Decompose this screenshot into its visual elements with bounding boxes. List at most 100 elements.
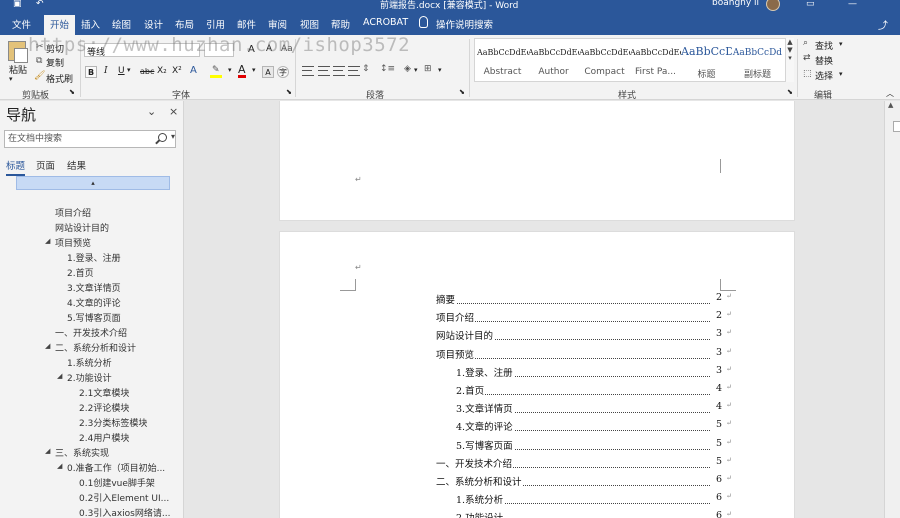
nav-heading-item[interactable]: 网站设计目的 <box>55 221 109 234</box>
scroll-up-icon[interactable]: ▲ <box>888 101 893 109</box>
nav-heading-item[interactable]: 1.登录、注册 <box>67 251 121 264</box>
column-width-icon[interactable]: ⇕ <box>362 64 370 74</box>
tab-draw[interactable]: 绘图 <box>112 17 131 31</box>
shading-icon[interactable]: ◈ <box>404 64 411 74</box>
toc-entry[interactable]: 一、开发技术介绍 5 ↵ <box>436 455 732 472</box>
vertical-scrollbar[interactable]: ▲ <box>884 101 900 518</box>
find-dropdown-icon[interactable]: ▾ <box>839 40 843 48</box>
enclose-char-icon[interactable]: 字 <box>277 66 289 78</box>
tell-me-search[interactable]: 操作说明搜索 <box>436 17 493 31</box>
toc-entry[interactable]: 二、系统分析和设计 6 ↵ <box>436 474 732 490</box>
select-button[interactable]: 选择 <box>815 69 833 82</box>
justify-icon[interactable] <box>348 66 360 76</box>
tab-design[interactable]: 设计 <box>144 17 163 31</box>
undo-icon[interactable]: ↶ <box>36 0 44 9</box>
toc-entry[interactable]: 4.文章的评论 5 ↵ <box>456 419 732 435</box>
nav-heading-item[interactable]: 0.2引入Element UI... <box>79 491 169 504</box>
toc-entry[interactable]: 1.登录、注册 3 ↵ <box>456 364 732 381</box>
format-painter-icon[interactable]: 🖌 <box>34 71 45 81</box>
nav-heading-item[interactable]: 项目预览 <box>55 236 91 249</box>
expand-toggle-icon[interactable]: ◢ <box>45 342 50 350</box>
chevron-down-icon[interactable]: ▾ <box>171 132 175 141</box>
tab-headings[interactable]: 标题 <box>6 158 26 176</box>
underline-button[interactable]: U <box>118 66 125 76</box>
select-dropdown-icon[interactable]: ▾ <box>839 70 843 78</box>
paste-icon[interactable] <box>8 41 28 63</box>
collapse-ribbon-icon[interactable]: ︿ <box>886 88 894 99</box>
nav-heading-item[interactable]: 1.系统分析 <box>67 356 112 369</box>
tab-layout[interactable]: 布局 <box>175 17 194 31</box>
borders-icon[interactable]: ⊞ <box>424 64 432 74</box>
bold-button[interactable]: B <box>85 66 97 78</box>
close-icon[interactable]: × <box>169 105 178 118</box>
nav-heading-item[interactable]: 4.文章的评论 <box>67 296 121 309</box>
font-launcher-icon[interactable]: ⬊ <box>286 88 292 96</box>
subscript-button[interactable]: X₂ <box>157 66 167 76</box>
tab-review[interactable]: 审阅 <box>268 17 287 31</box>
toc-entry[interactable]: 项目介绍 2 ↵ <box>436 310 732 326</box>
font-color-button[interactable]: A <box>238 64 246 78</box>
user-name[interactable]: boahgny li <box>712 0 759 8</box>
tab-mailings[interactable]: 邮件 <box>237 17 256 31</box>
scroll-down-icon[interactable]: ▼ <box>786 46 794 54</box>
nav-options-icon[interactable]: ⌄ <box>147 105 156 118</box>
search-input[interactable] <box>8 132 153 146</box>
toc-entry[interactable]: 项目预览 3 ↵ <box>436 346 732 363</box>
styles-scroll[interactable]: ▲ ▼ ▾ <box>785 38 794 82</box>
tab-insert[interactable]: 插入 <box>81 17 100 31</box>
align-left-icon[interactable] <box>302 66 314 76</box>
styles-launcher-icon[interactable]: ⬊ <box>787 88 793 96</box>
underline-dropdown-icon[interactable]: ▾ <box>127 66 131 74</box>
expand-toggle-icon[interactable]: ◢ <box>57 372 62 380</box>
shading-dropdown-icon[interactable]: ▾ <box>414 66 418 74</box>
line-spacing-icon[interactable]: ↕≡ <box>380 64 395 74</box>
nav-heading-item[interactable]: 三、系统实现 <box>55 446 109 459</box>
selected-heading[interactable]: ▴ <box>16 176 170 190</box>
toc-entry[interactable]: 2.功能设计 6 ↵ <box>456 510 732 518</box>
paragraph-launcher-icon[interactable]: ⬊ <box>459 88 465 96</box>
avatar[interactable] <box>766 0 780 11</box>
highlight-icon[interactable]: ✎ <box>212 65 220 75</box>
nav-heading-item[interactable]: 0.1创建vue脚手架 <box>79 476 155 489</box>
superscript-button[interactable]: X² <box>172 66 182 76</box>
style-subtitle[interactable]: AaBbCcDd 副标题 <box>732 39 783 83</box>
style-abstract[interactable]: AaBbCcDdEe Abstract <box>477 39 528 83</box>
tab-references[interactable]: 引用 <box>206 17 225 31</box>
toc-entry[interactable]: 网站设计目的 3 ↵ <box>436 328 732 344</box>
nav-heading-item[interactable]: 2.4用户模块 <box>79 431 129 444</box>
ribbon-options-icon[interactable]: ▭ <box>806 0 815 9</box>
search-icon[interactable] <box>158 133 167 142</box>
expand-toggle-icon[interactable]: ◢ <box>45 447 50 455</box>
highlight-dropdown-icon[interactable]: ▾ <box>228 66 232 74</box>
text-effects-icon[interactable]: A <box>190 65 197 76</box>
style-compact[interactable]: AaBbCcDdEe Compact <box>579 39 630 83</box>
nav-heading-item[interactable]: 项目介绍 <box>55 206 91 219</box>
nav-heading-item[interactable]: 2.2评论模块 <box>79 401 129 414</box>
paste-dropdown-icon[interactable]: ▾ <box>9 75 13 83</box>
copy-icon[interactable]: ⧉ <box>36 56 42 66</box>
nav-heading-item[interactable]: 0.3引入axios网络请... <box>79 506 170 518</box>
minimize-icon[interactable]: — <box>848 0 857 9</box>
expand-toggle-icon[interactable]: ◢ <box>45 237 50 245</box>
nav-heading-item[interactable]: 2.1文章模块 <box>79 386 129 399</box>
align-right-icon[interactable] <box>333 66 345 76</box>
clipboard-launcher-icon[interactable]: ⬊ <box>69 88 75 96</box>
find-button[interactable]: 查找 <box>815 39 833 52</box>
expand-toggle-icon[interactable]: ◢ <box>57 462 62 470</box>
nav-heading-item[interactable]: 一、开发技术介绍 <box>55 326 127 339</box>
share-icon[interactable]: ⤴ <box>878 17 888 32</box>
toc-entry[interactable]: 3.文章详情页 4 ↵ <box>456 401 732 417</box>
italic-button[interactable]: I <box>104 66 108 76</box>
style-author[interactable]: AaBbCcDdEe Author <box>528 39 579 83</box>
align-center-icon[interactable] <box>318 66 330 76</box>
tab-file[interactable]: 文件 <box>12 17 31 31</box>
nav-heading-item[interactable]: 2.首页 <box>67 266 94 279</box>
copy-button[interactable]: 复制 <box>46 56 64 69</box>
nav-heading-item[interactable]: 2.3分类标签模块 <box>79 416 147 429</box>
tab-results[interactable]: 结果 <box>67 158 86 172</box>
nav-heading-item[interactable]: 二、系统分析和设计 <box>55 341 136 354</box>
borders-dropdown-icon[interactable]: ▾ <box>438 66 442 74</box>
more-styles-icon[interactable]: ▾ <box>786 54 794 62</box>
char-shading-icon[interactable]: A <box>262 66 274 78</box>
format-painter-button[interactable]: 格式刷 <box>46 72 73 85</box>
